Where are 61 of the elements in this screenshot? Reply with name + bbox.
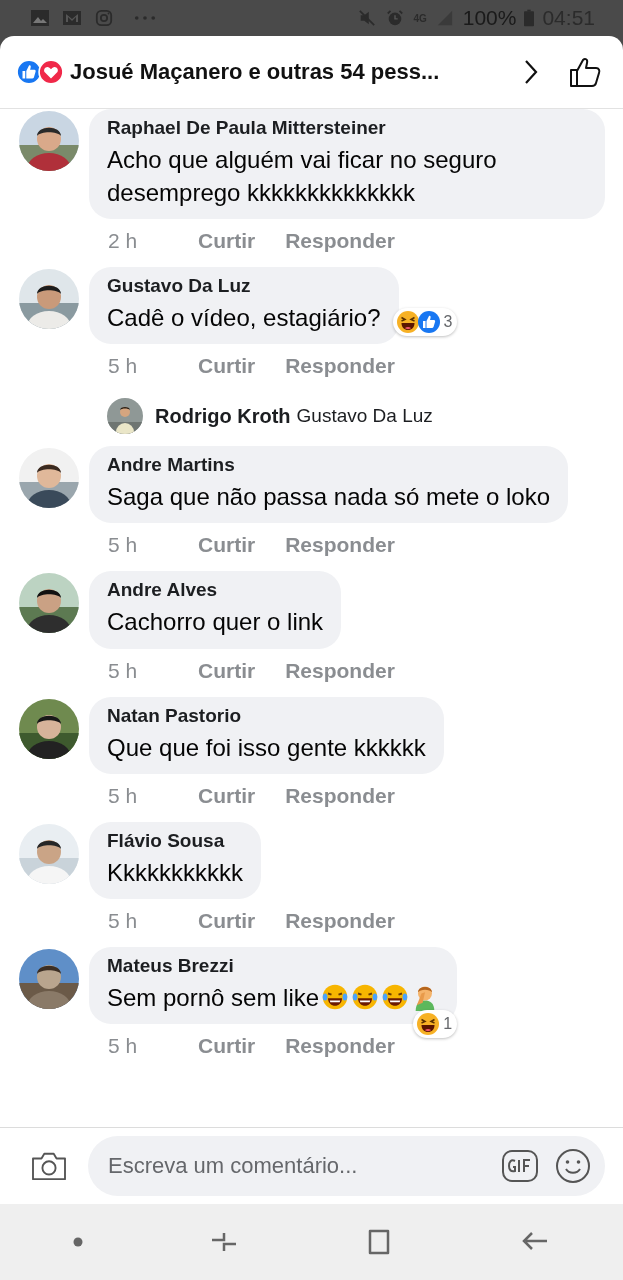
more-icon (134, 15, 156, 21)
reply-link[interactable]: Responder (285, 229, 395, 254)
comment-author[interactable]: Raphael De Paula Mittersteiner (107, 117, 587, 139)
heart-reaction-icon (38, 59, 64, 85)
reply-link[interactable]: Responder (285, 1033, 395, 1058)
like-link[interactable]: Curtir (198, 908, 256, 933)
gif-icon[interactable] (501, 1149, 539, 1183)
battery-icon (524, 8, 535, 28)
like-link[interactable]: Curtir (198, 229, 256, 254)
comment-time: 2 h (108, 229, 138, 254)
comment-text: Acho que alguém vai ficar no seguro desemprego kkkkkkkkkkkkkk (107, 145, 498, 209)
comment-text: Que que foi isso gente kkkkkk (107, 732, 426, 763)
laughing-reaction-icon (416, 1011, 441, 1036)
laughing-tears-emoji-icon (351, 983, 380, 1012)
comment-author[interactable]: Andre Martins (107, 454, 550, 477)
camera-icon (94, 9, 114, 27)
chevron-right-icon[interactable] (523, 58, 539, 86)
reply-link[interactable]: Responder (285, 533, 395, 558)
comment-author[interactable]: Mateus Brezzi (107, 954, 440, 977)
comment-author[interactable]: Gustavo Da Luz (107, 275, 381, 298)
comment-text: Cachorro quer o link (107, 607, 324, 638)
emoji-icon[interactable] (555, 1148, 591, 1184)
comment-time: 5 h (108, 908, 138, 933)
image-icon (30, 9, 50, 27)
comment-time: 5 h (108, 783, 138, 808)
reply-link[interactable]: Responder (285, 908, 395, 933)
comment-field[interactable]: Escreva um comentário... (88, 1136, 605, 1196)
reactions-title[interactable]: Josué Maçanero e outras 54 pess... (70, 59, 440, 85)
like-link[interactable]: Curtir (198, 1033, 256, 1058)
comment-time: 5 h (108, 658, 138, 683)
like-link[interactable]: Curtir (198, 783, 256, 808)
like-reaction-icon (16, 59, 42, 85)
like-link[interactable]: Curtir (198, 354, 256, 379)
reply-link[interactable]: Responder (285, 354, 395, 379)
comment-time: 5 h (108, 354, 138, 379)
comment-time: 5 h (108, 533, 138, 558)
comment-author[interactable]: Flávio Sousa (107, 829, 243, 852)
like-link[interactable]: Curtir (198, 658, 256, 683)
comment-time: 5 h (108, 1033, 138, 1058)
like-link[interactable]: Curtir (198, 533, 256, 558)
comment-author[interactable]: Andre Alves (107, 579, 324, 602)
mail-icon (62, 9, 82, 27)
reaction-count[interactable]: 3 (392, 308, 458, 337)
like-reaction-icon (416, 310, 441, 335)
reply-link[interactable]: Responder (285, 783, 395, 808)
thumbs-up-icon[interactable] (569, 56, 601, 88)
comment-author[interactable]: Natan Pastorio (107, 704, 426, 727)
camera-icon[interactable] (30, 1150, 68, 1182)
laughing-tears-emoji-icon (321, 983, 350, 1012)
reply-author[interactable]: Rodrigo Kroth (155, 404, 291, 428)
comment-text: Cadê o vídeo, estagiário? (107, 303, 381, 334)
comment-text: Saga que não passa nada só mete o loko (107, 482, 550, 513)
comment-text: Sem pornô sem like (107, 982, 320, 1013)
comment-text: Kkkkkkkkkkk (107, 857, 243, 888)
dot-icon[interactable] (72, 1237, 83, 1247)
reaction-count[interactable]: 1 (413, 1009, 458, 1038)
reply-text: Gustavo Da Luz (296, 405, 433, 428)
laughing-reaction-icon (395, 310, 420, 335)
mute-icon (357, 9, 378, 27)
reply-link[interactable]: Responder (285, 658, 395, 683)
laughing-tears-emoji-icon (381, 983, 410, 1012)
